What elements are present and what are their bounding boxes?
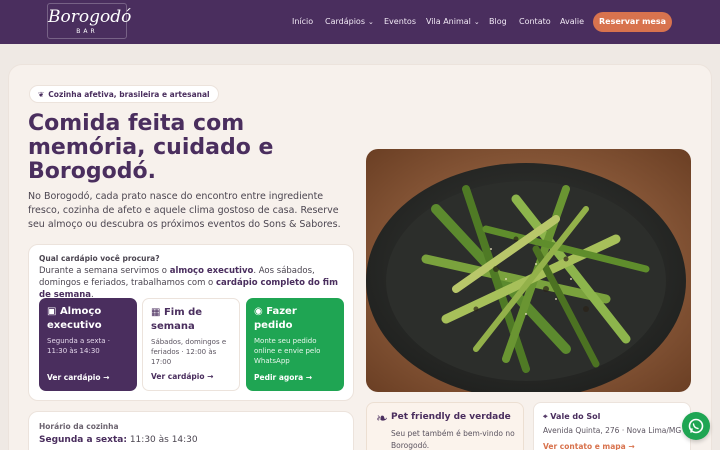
option-link[interactable]: Pedir agora →: [254, 373, 312, 382]
briefcase-icon: ▣: [47, 306, 60, 317]
menu-picker-question: Qual cardápio você procura?: [39, 254, 160, 263]
location-title-text: Vale do Sol: [550, 412, 601, 421]
hours-time: 11:30 às 14:30: [129, 435, 198, 445]
option-title: ▦ Fim de semana: [151, 306, 231, 334]
calendar-icon: ▦: [151, 307, 164, 318]
nav-avalie[interactable]: Avalie: [560, 17, 584, 26]
menu-desc-part: Durante a semana servimos o: [39, 266, 170, 276]
pet-text: Seu pet também é bem-vindo no Borogodó.: [391, 429, 515, 450]
whatsapp-float-button[interactable]: [682, 412, 710, 440]
kitchen-hours-line: Segunda a sexta: 11:30 às 14:30: [39, 435, 198, 445]
brand-subtitle: BAR: [76, 28, 98, 35]
nav-vila-animal[interactable]: Vila Animal ⌄: [426, 17, 480, 26]
hero-food-image: [366, 149, 691, 392]
option-fazer-pedido[interactable]: ◉ Fazer pedido Monte seu pedido online e…: [246, 298, 344, 391]
paw-icon: ❧: [376, 411, 388, 427]
nav-inicio[interactable]: Início: [292, 17, 313, 26]
leaf-icon: ❦: [38, 90, 45, 99]
option-almoco-executivo[interactable]: ▣ Almoço executivo Segunda a sexta · 11:…: [39, 298, 137, 391]
location-address: Avenida Quinta, 276 · Nova Lima/MG: [543, 426, 682, 435]
option-fim-de-semana[interactable]: ▦ Fim de semana Sábados, domingos e feri…: [142, 298, 240, 391]
grilled-vegetables-illustration: [366, 149, 691, 392]
hero-headline: Comida feita com memória, cuidado e Boro…: [28, 111, 274, 184]
option-title: ▣ Almoço executivo: [47, 305, 129, 333]
reserve-table-button[interactable]: Reservar mesa: [593, 12, 672, 32]
hours-day: Segunda a sexta:: [39, 435, 127, 445]
hero-lead: No Borogodó, cada prato nasce do encontr…: [28, 191, 341, 230]
option-text: Sábados, domingos e feriados · 12:00 às …: [151, 338, 227, 366]
hero-tag-text: Cozinha afetiva, brasileira e artesanal: [48, 90, 210, 99]
location-map-link[interactable]: Ver contato e mapa →: [543, 442, 635, 450]
option-text: Monte seu pedido online e envie pelo Wha…: [254, 337, 321, 365]
kitchen-hours-label: Horário da cozinha: [39, 422, 119, 431]
menu-picker-description: Durante a semana servimos o almoço execu…: [39, 265, 344, 301]
nav-contato[interactable]: Contato: [519, 17, 551, 26]
hero-tag: ❦ Cozinha afetiva, brasileira e artesanal: [29, 85, 219, 103]
whatsapp-icon: [688, 418, 704, 434]
pet-title: Pet friendly de verdade: [391, 412, 511, 422]
nav-cardapios-label: Cardápios: [325, 17, 365, 26]
menu-desc-bold: almoço executivo: [169, 266, 254, 276]
nav-eventos[interactable]: Eventos: [384, 17, 416, 26]
brand-logo[interactable]: Borogodó BAR: [47, 3, 132, 39]
option-link[interactable]: Ver cardápio →: [151, 372, 213, 381]
chevron-down-icon: ⌄: [367, 18, 374, 26]
option-link[interactable]: Ver cardápio →: [47, 373, 109, 382]
option-title: ◉ Fazer pedido: [254, 305, 336, 333]
nav-vila-animal-label: Vila Animal: [426, 17, 471, 26]
whatsapp-icon: ◉: [254, 306, 267, 317]
location-title: ⌖ Vale do Sol: [543, 412, 600, 422]
chevron-down-icon: ⌄: [473, 18, 480, 26]
brand-name: Borogodó: [48, 7, 132, 27]
nav-blog[interactable]: Blog: [489, 17, 507, 26]
option-text: Segunda a sexta · 11:30 às 14:30: [47, 337, 110, 355]
nav-cardapios[interactable]: Cardápios ⌄: [325, 17, 374, 26]
